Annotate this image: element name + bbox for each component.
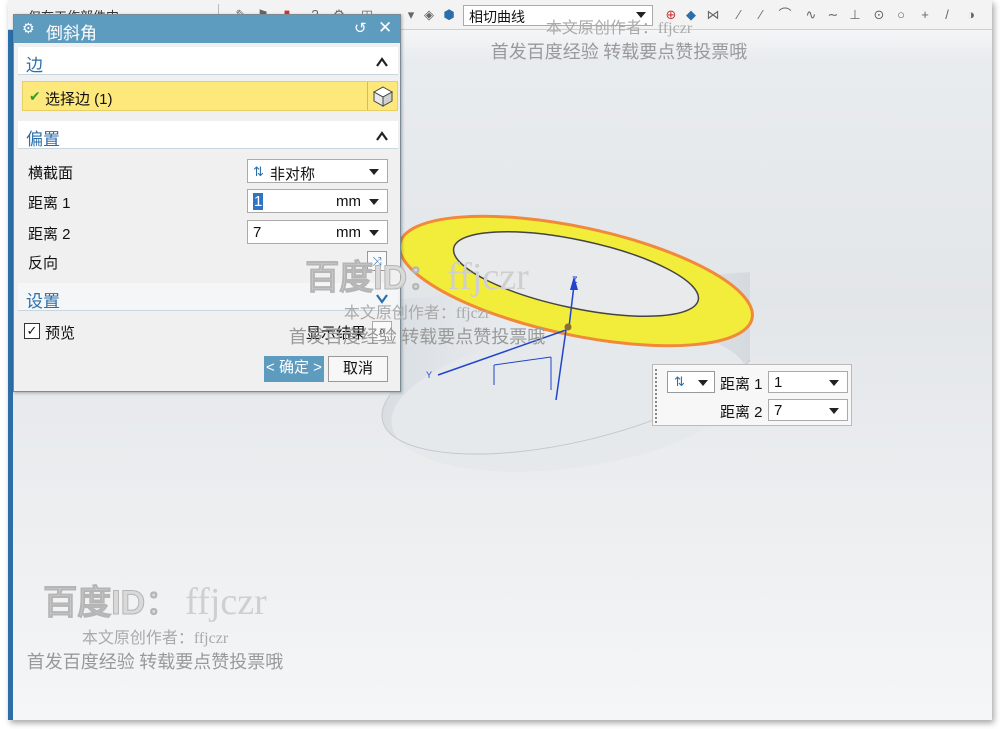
chevron-down-icon	[369, 230, 379, 236]
preview-label: 预览	[45, 325, 76, 342]
chevron-down-icon	[369, 169, 379, 175]
dialog-title-bar[interactable]: ⚙ 倒斜角 ↺ ✕	[14, 15, 400, 43]
watermark-id: ffjczr	[185, 581, 267, 623]
overlay-distance1-label: 距离 1	[720, 376, 763, 393]
settings-section-title: 设置	[26, 292, 60, 311]
ok-suffix: >	[313, 359, 322, 376]
y-axis-label: Y	[426, 370, 432, 380]
edge-section-title: 边	[26, 56, 43, 75]
close-icon[interactable]: ✕	[378, 18, 392, 38]
distance1-input[interactable]: 1 mm	[247, 189, 388, 213]
distance1-value: 1	[253, 193, 264, 210]
chevron-up-icon	[376, 131, 388, 141]
watermark-center: 百度ID： ffjczr 本文原创作者：ffjczr 首发百度经验 转载要点赞投票…	[272, 250, 562, 349]
ok-label: 确定	[278, 359, 309, 376]
asymmetric-icon: ⇅	[674, 374, 685, 389]
reset-icon[interactable]: ↺	[354, 19, 367, 37]
check-icon: ✔	[29, 88, 41, 104]
chevron-down-icon	[698, 380, 708, 386]
z-axis-label: Z	[572, 275, 578, 285]
cube-select-icon[interactable]	[367, 82, 397, 110]
distance2-value: 7	[253, 224, 262, 241]
ok-prefix: <	[266, 359, 275, 376]
chevron-down-icon	[829, 408, 839, 414]
cross-section-value: 非对称	[270, 166, 316, 183]
asymmetric-icon: ⇅	[253, 164, 264, 179]
distance2-label: 距离 2	[28, 226, 71, 243]
drag-handle[interactable]	[655, 369, 659, 423]
cancel-label: 取消	[342, 360, 373, 377]
watermark-notice: 首发百度经验 转载要点赞投票哦	[26, 652, 284, 672]
watermark-author: 本文原创作者：ffjczr	[81, 630, 229, 647]
distance2-input[interactable]: 7 mm	[247, 220, 388, 244]
watermark-bottom: 百度ID： ffjczr 本文原创作者：ffjczr 首发百度经验 转载要点赞投票…	[10, 575, 300, 674]
distance1-unit: mm	[336, 193, 361, 210]
overlay-distance2-label: 距离 2	[720, 404, 763, 421]
distance2-unit: mm	[336, 224, 361, 241]
chevron-down-icon	[829, 380, 839, 386]
preview-checkbox[interactable]: ✓	[24, 323, 40, 339]
overlay-distance2-value: 7	[774, 402, 783, 419]
edge-section-header[interactable]: 边	[18, 47, 398, 75]
overlay-distance1-value: 1	[774, 374, 783, 391]
reverse-label: 反向	[28, 255, 59, 272]
gear-icon[interactable]: ⚙	[22, 20, 35, 37]
ok-button[interactable]: < 确定 >	[264, 356, 324, 382]
overlay-distance2-field[interactable]: 7	[768, 399, 848, 421]
watermark-id-prefix: 百度ID：	[43, 584, 180, 623]
select-edge-label: 选择边 (1)	[45, 91, 113, 108]
overlay-distance1-field[interactable]: 1	[768, 371, 848, 393]
chevron-up-icon	[376, 57, 388, 67]
watermark-id: ffjczr	[447, 256, 529, 298]
chevron-down-icon	[369, 199, 379, 205]
distance1-label: 距离 1	[28, 195, 71, 212]
dialog-title: 倒斜角	[46, 24, 97, 43]
watermark-top: 本文原创作者：ffjczr 首发百度经验 转载要点赞投票哦	[474, 0, 764, 64]
watermark-notice: 首发百度经验 转载要点赞投票哦	[490, 42, 748, 62]
cancel-button[interactable]: 取消	[328, 356, 388, 382]
onscreen-input-box: ⇅ 距离 1 1 距离 2 7	[652, 364, 852, 426]
cross-section-mini-select[interactable]: ⇅	[667, 371, 715, 393]
offset-section-title: 偏置	[26, 130, 60, 149]
cross-section-select[interactable]: ⇅ 非对称	[247, 159, 388, 183]
watermark-author: 本文原创作者：ffjczr	[545, 20, 693, 37]
watermark-id-prefix: 百度ID：	[305, 259, 442, 298]
watermark-notice: 首发百度经验 转载要点赞投票哦	[288, 327, 546, 347]
watermark-author: 本文原创作者：ffjczr	[343, 305, 491, 322]
offset-section-header[interactable]: 偏置	[18, 121, 398, 149]
select-edge-row[interactable]: ✔ 选择边 (1)	[22, 81, 398, 111]
cross-section-label: 横截面	[28, 165, 74, 182]
